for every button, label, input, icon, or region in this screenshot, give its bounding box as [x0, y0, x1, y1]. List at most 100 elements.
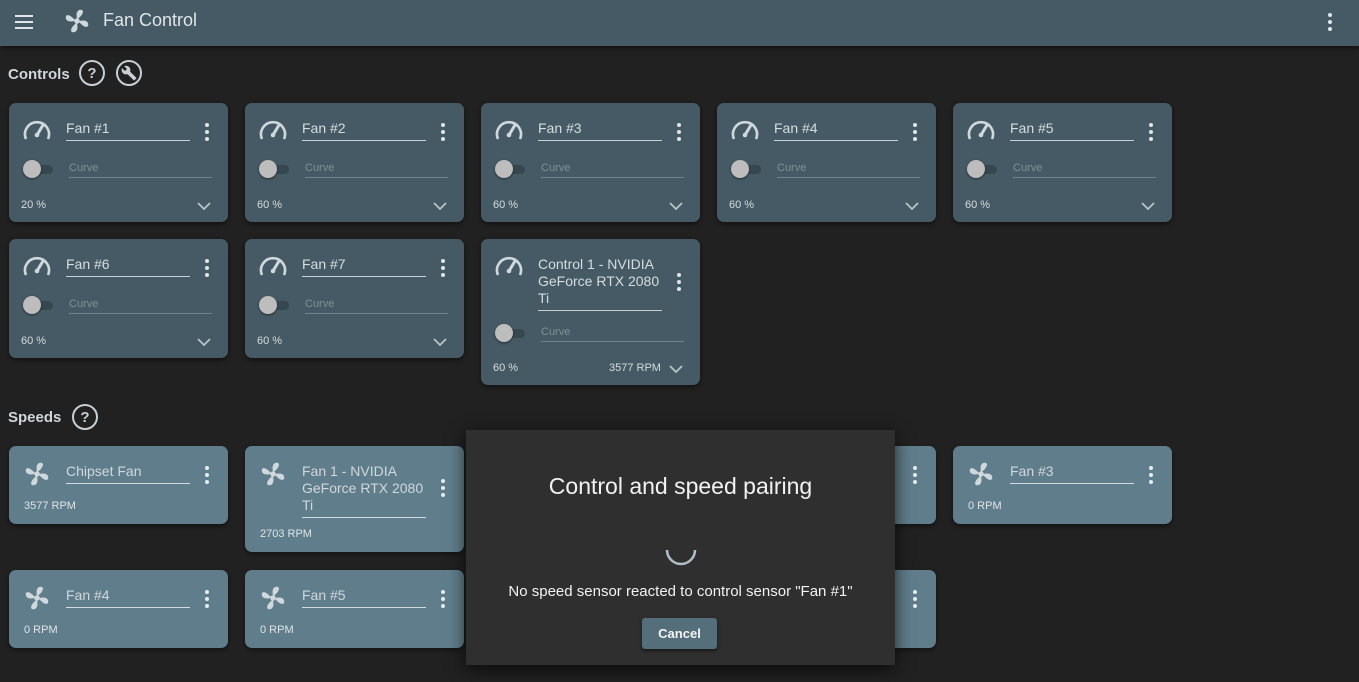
enable-toggle[interactable]: [495, 160, 525, 178]
card-more-icon[interactable]: [1145, 465, 1157, 485]
curve-select[interactable]: Curve: [777, 162, 920, 178]
speed-name[interactable]: Chipset Fan: [66, 463, 190, 484]
card-more-icon[interactable]: [201, 122, 213, 142]
chevron-down-icon[interactable]: [669, 364, 683, 374]
control-card: Fan #3 Curve 60 %: [481, 103, 700, 222]
card-more-icon[interactable]: [437, 258, 449, 278]
gauge-icon: [967, 120, 995, 140]
curve-select[interactable]: Curve: [69, 162, 212, 178]
gauge-icon: [23, 120, 51, 140]
speed-card: Fan 1 - NVIDIA GeForce RTX 2080 Ti 2703 …: [245, 446, 464, 552]
speed-rpm: 0 RPM: [24, 624, 58, 636]
card-more-icon[interactable]: [909, 122, 921, 142]
card-more-icon[interactable]: [909, 465, 921, 485]
dialog-message: No speed sensor reacted to control senso…: [508, 583, 853, 600]
control-name[interactable]: Fan #1: [66, 120, 190, 141]
control-name[interactable]: Control 1 - NVIDIA GeForce RTX 2080 Ti: [538, 256, 662, 311]
speed-rpm: 2703 RPM: [260, 528, 312, 540]
app-title: Fan Control: [103, 10, 198, 30]
curve-select[interactable]: Curve: [305, 162, 448, 178]
control-name[interactable]: Fan #2: [302, 120, 426, 141]
curve-select[interactable]: Curve: [1013, 162, 1156, 178]
control-percent: 60 %: [257, 199, 283, 211]
control-card: Fan #5 Curve 60 %: [953, 103, 1172, 222]
control-card: Fan #1 Curve 20 %: [9, 103, 228, 222]
cancel-button[interactable]: Cancel: [642, 618, 717, 649]
curve-select[interactable]: Curve: [305, 298, 448, 314]
card-more-icon[interactable]: [201, 465, 213, 485]
card-more-icon[interactable]: [909, 589, 921, 609]
curve-select[interactable]: Curve: [541, 162, 684, 178]
curve-select[interactable]: Curve: [69, 298, 212, 314]
speed-card: Fan #5 0 RPM: [245, 570, 464, 648]
speed-name[interactable]: Fan #4: [66, 587, 190, 608]
controls-title: Controls: [8, 66, 70, 83]
gauge-icon: [495, 256, 523, 276]
speed-name[interactable]: Fan #3: [1010, 463, 1134, 484]
card-more-icon[interactable]: [673, 272, 685, 292]
fan-icon: [969, 462, 993, 486]
card-more-icon[interactable]: [673, 122, 685, 142]
control-percent: 60 %: [493, 199, 519, 211]
fan-icon: [25, 586, 49, 610]
card-more-icon[interactable]: [1145, 122, 1157, 142]
speed-card: Chipset Fan 3577 RPM: [9, 446, 228, 524]
speed-card: Fan #4 0 RPM: [9, 570, 228, 648]
control-name[interactable]: Fan #3: [538, 120, 662, 141]
enable-toggle[interactable]: [23, 160, 53, 178]
control-card: Fan #6 Curve 60 %: [9, 239, 228, 358]
gauge-icon: [731, 120, 759, 140]
enable-toggle[interactable]: [259, 160, 289, 178]
fan-icon: [261, 586, 285, 610]
control-percent: 60 %: [729, 199, 755, 211]
card-more-icon[interactable]: [201, 589, 213, 609]
chevron-down-icon[interactable]: [433, 337, 447, 347]
card-more-icon[interactable]: [437, 589, 449, 609]
hamburger-menu-icon[interactable]: [12, 10, 36, 34]
fan-icon: [25, 462, 49, 486]
enable-toggle[interactable]: [731, 160, 761, 178]
speed-name[interactable]: Fan 1 - NVIDIA GeForce RTX 2080 Ti: [302, 463, 426, 518]
control-name[interactable]: Fan #5: [1010, 120, 1134, 141]
gauge-icon: [23, 256, 51, 276]
speeds-help-icon[interactable]: ?: [72, 404, 98, 430]
chevron-down-icon[interactable]: [197, 201, 211, 211]
speed-rpm: 0 RPM: [260, 624, 294, 636]
control-name[interactable]: Fan #7: [302, 256, 426, 277]
speed-card: Fan #3 0 RPM: [953, 446, 1172, 524]
curve-select[interactable]: Curve: [541, 326, 684, 342]
control-percent: 60 %: [965, 199, 991, 211]
enable-toggle[interactable]: [23, 296, 53, 314]
chevron-down-icon[interactable]: [669, 201, 683, 211]
app-bar: Fan Control: [0, 0, 1359, 46]
wrench-icon[interactable]: [116, 60, 142, 86]
dialog-title: Control and speed pairing: [548, 473, 813, 499]
overflow-menu-icon[interactable]: [1318, 10, 1342, 34]
control-name[interactable]: Fan #4: [774, 120, 898, 141]
chevron-down-icon[interactable]: [905, 201, 919, 211]
gauge-icon: [259, 256, 287, 276]
control-card: Fan #2 Curve 60 %: [245, 103, 464, 222]
card-more-icon[interactable]: [437, 478, 449, 498]
control-percent: 20 %: [21, 199, 47, 211]
speed-rpm: 3577 RPM: [24, 500, 76, 512]
enable-toggle[interactable]: [259, 296, 289, 314]
card-more-icon[interactable]: [437, 122, 449, 142]
pairing-dialog: Control and speed pairing No speed senso…: [466, 430, 895, 665]
fan-logo-icon: [65, 9, 89, 33]
control-percent: 60 %: [257, 335, 283, 347]
control-percent: 60 %: [493, 362, 519, 374]
enable-toggle[interactable]: [495, 324, 525, 342]
control-card: Fan #7 Curve 60 %: [245, 239, 464, 358]
enable-toggle[interactable]: [967, 160, 997, 178]
chevron-down-icon[interactable]: [197, 337, 211, 347]
loading-spinner-icon: [665, 549, 697, 566]
speed-rpm: 0 RPM: [968, 500, 1002, 512]
controls-help-icon[interactable]: ?: [79, 60, 105, 86]
speed-name[interactable]: Fan #5: [302, 587, 426, 608]
chevron-down-icon[interactable]: [433, 201, 447, 211]
control-name[interactable]: Fan #6: [66, 256, 190, 277]
control-card: Fan #4 Curve 60 %: [717, 103, 936, 222]
chevron-down-icon[interactable]: [1141, 201, 1155, 211]
card-more-icon[interactable]: [201, 258, 213, 278]
